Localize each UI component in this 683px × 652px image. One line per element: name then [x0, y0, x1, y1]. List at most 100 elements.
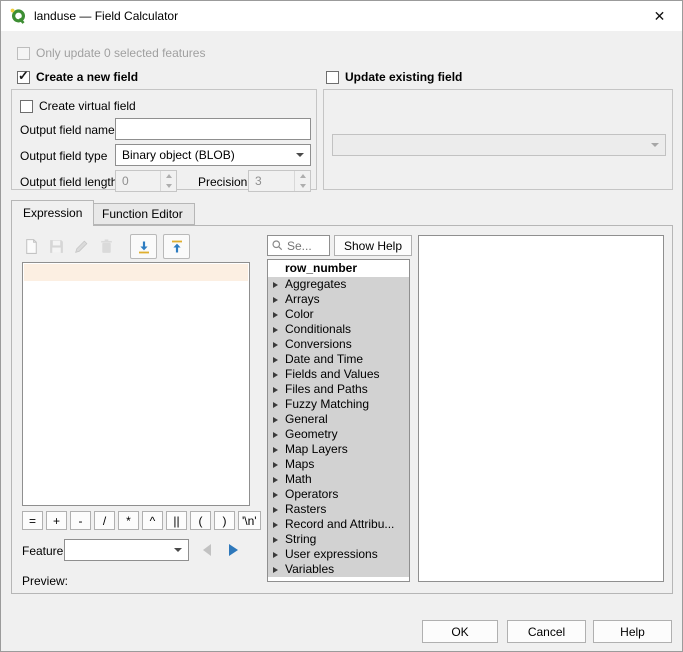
operator-button[interactable]: ^: [142, 511, 163, 530]
spinner-up-icon: [300, 174, 306, 178]
precision-label: Precision: [198, 175, 247, 189]
function-group-row[interactable]: Math: [268, 472, 409, 487]
function-group-label: Maps: [285, 457, 314, 472]
expand-arrow-icon: [273, 372, 278, 378]
window-title: landuse — Field Calculator: [34, 9, 178, 23]
function-group-row[interactable]: Files and Paths: [268, 382, 409, 397]
chevron-down-icon: [651, 143, 659, 147]
only-update-checkbox: [17, 47, 30, 60]
spinner-arrows: [294, 171, 310, 191]
close-button[interactable]: ✕: [637, 1, 682, 31]
function-group-label: Variables: [285, 562, 334, 577]
expand-arrow-icon: [273, 492, 278, 498]
function-group-label: Arrays: [285, 292, 320, 307]
show-help-button[interactable]: Show Help: [334, 235, 412, 256]
import-expressions-button[interactable]: [130, 234, 157, 259]
expand-arrow-icon: [273, 327, 278, 333]
function-group-label: Rasters: [285, 502, 326, 517]
expand-arrow-icon: [273, 312, 278, 318]
export-expressions-button[interactable]: [163, 234, 190, 259]
function-group-label: Aggregates: [285, 277, 346, 292]
function-group-row[interactable]: Conversions: [268, 337, 409, 352]
function-group-row[interactable]: Rasters: [268, 502, 409, 517]
update-existing-field-checkbox[interactable]: [326, 71, 339, 84]
function-item-row-number[interactable]: row_number: [268, 260, 409, 277]
function-group-row[interactable]: Conditionals: [268, 322, 409, 337]
function-list: row_number Aggregates Arrays: [267, 259, 410, 582]
expand-arrow-icon: [273, 417, 278, 423]
title-bar: landuse — Field Calculator ✕: [1, 1, 682, 31]
operator-button[interactable]: ): [214, 511, 235, 530]
operator-button[interactable]: =: [22, 511, 43, 530]
function-group-label: Record and Attribu...: [285, 517, 394, 532]
output-field-length-label: Output field length: [20, 175, 117, 189]
function-group-row[interactable]: Map Layers: [268, 442, 409, 457]
spinner-down-icon: [300, 184, 306, 188]
operator-button[interactable]: ||: [166, 511, 187, 530]
arrow-left-icon: [203, 544, 211, 556]
create-virtual-field-label: Create virtual field: [39, 99, 136, 113]
expression-editor[interactable]: [22, 262, 250, 506]
function-group-row[interactable]: Variables: [268, 562, 409, 577]
operator-button[interactable]: (: [190, 511, 211, 530]
function-group-row[interactable]: Fields and Values: [268, 367, 409, 382]
expand-arrow-icon: [273, 297, 278, 303]
arrow-right-icon: [229, 544, 238, 556]
expand-arrow-icon: [273, 507, 278, 513]
function-group-row[interactable]: User expressions: [268, 547, 409, 562]
operator-button[interactable]: -: [70, 511, 91, 530]
output-field-name-input[interactable]: [115, 118, 311, 140]
search-input[interactable]: [287, 239, 326, 253]
tab-expression[interactable]: Expression: [11, 200, 94, 226]
operator-button[interactable]: '\n': [238, 511, 261, 530]
function-group-row[interactable]: Aggregates: [268, 277, 409, 292]
function-group-label: Geometry: [285, 427, 338, 442]
function-group-row[interactable]: String: [268, 532, 409, 547]
chevron-down-icon: [174, 548, 182, 552]
function-group-row[interactable]: General: [268, 412, 409, 427]
help-button[interactable]: Help: [593, 620, 672, 643]
expand-arrow-icon: [273, 552, 278, 558]
expand-arrow-icon: [273, 432, 278, 438]
operator-buttons: = + - / * ^ || ( ) '\n': [22, 511, 261, 530]
function-group-label: Map Layers: [285, 442, 348, 457]
precision-value: 3: [249, 171, 294, 191]
output-field-length-value: 0: [116, 171, 160, 191]
function-group-row[interactable]: Operators: [268, 487, 409, 502]
operator-button[interactable]: /: [94, 511, 115, 530]
function-group-row[interactable]: Arrays: [268, 292, 409, 307]
only-update-label: Only update 0 selected features: [36, 46, 205, 60]
new-expression-button: [22, 237, 41, 256]
expand-arrow-icon: [273, 342, 278, 348]
precision-spinner: 3: [248, 170, 311, 192]
operator-button[interactable]: +: [46, 511, 67, 530]
function-group-row[interactable]: Date and Time: [268, 352, 409, 367]
function-group-row[interactable]: Record and Attribu...: [268, 517, 409, 532]
function-group-row[interactable]: Fuzzy Matching: [268, 397, 409, 412]
expand-arrow-icon: [273, 402, 278, 408]
ok-button[interactable]: OK: [422, 620, 498, 643]
search-box: [267, 235, 330, 256]
create-new-field-checkbox[interactable]: ✓: [17, 71, 30, 84]
function-group-row[interactable]: Maps: [268, 457, 409, 472]
delete-expression-button: [97, 237, 116, 256]
edit-expression-button: [72, 237, 91, 256]
function-group-label: Files and Paths: [285, 382, 368, 397]
function-group-label: Operators: [285, 487, 338, 502]
expand-arrow-icon: [273, 537, 278, 543]
function-group-row[interactable]: Geometry: [268, 427, 409, 442]
next-feature-button[interactable]: [222, 539, 244, 561]
expand-arrow-icon: [273, 447, 278, 453]
cancel-button[interactable]: Cancel: [507, 620, 586, 643]
function-group-label: Fuzzy Matching: [285, 397, 369, 412]
operator-button[interactable]: *: [118, 511, 139, 530]
create-new-field-label: Create a new field: [36, 70, 138, 84]
expand-arrow-icon: [273, 522, 278, 528]
check-icon: ✓: [18, 69, 29, 82]
output-field-type-select[interactable]: Binary object (BLOB): [115, 144, 311, 166]
create-virtual-field-checkbox[interactable]: [20, 100, 33, 113]
tab-function-editor[interactable]: Function Editor: [90, 203, 195, 225]
function-groups: Aggregates Arrays Color Conditio: [268, 277, 409, 577]
feature-select[interactable]: [64, 539, 189, 561]
function-group-row[interactable]: Color: [268, 307, 409, 322]
